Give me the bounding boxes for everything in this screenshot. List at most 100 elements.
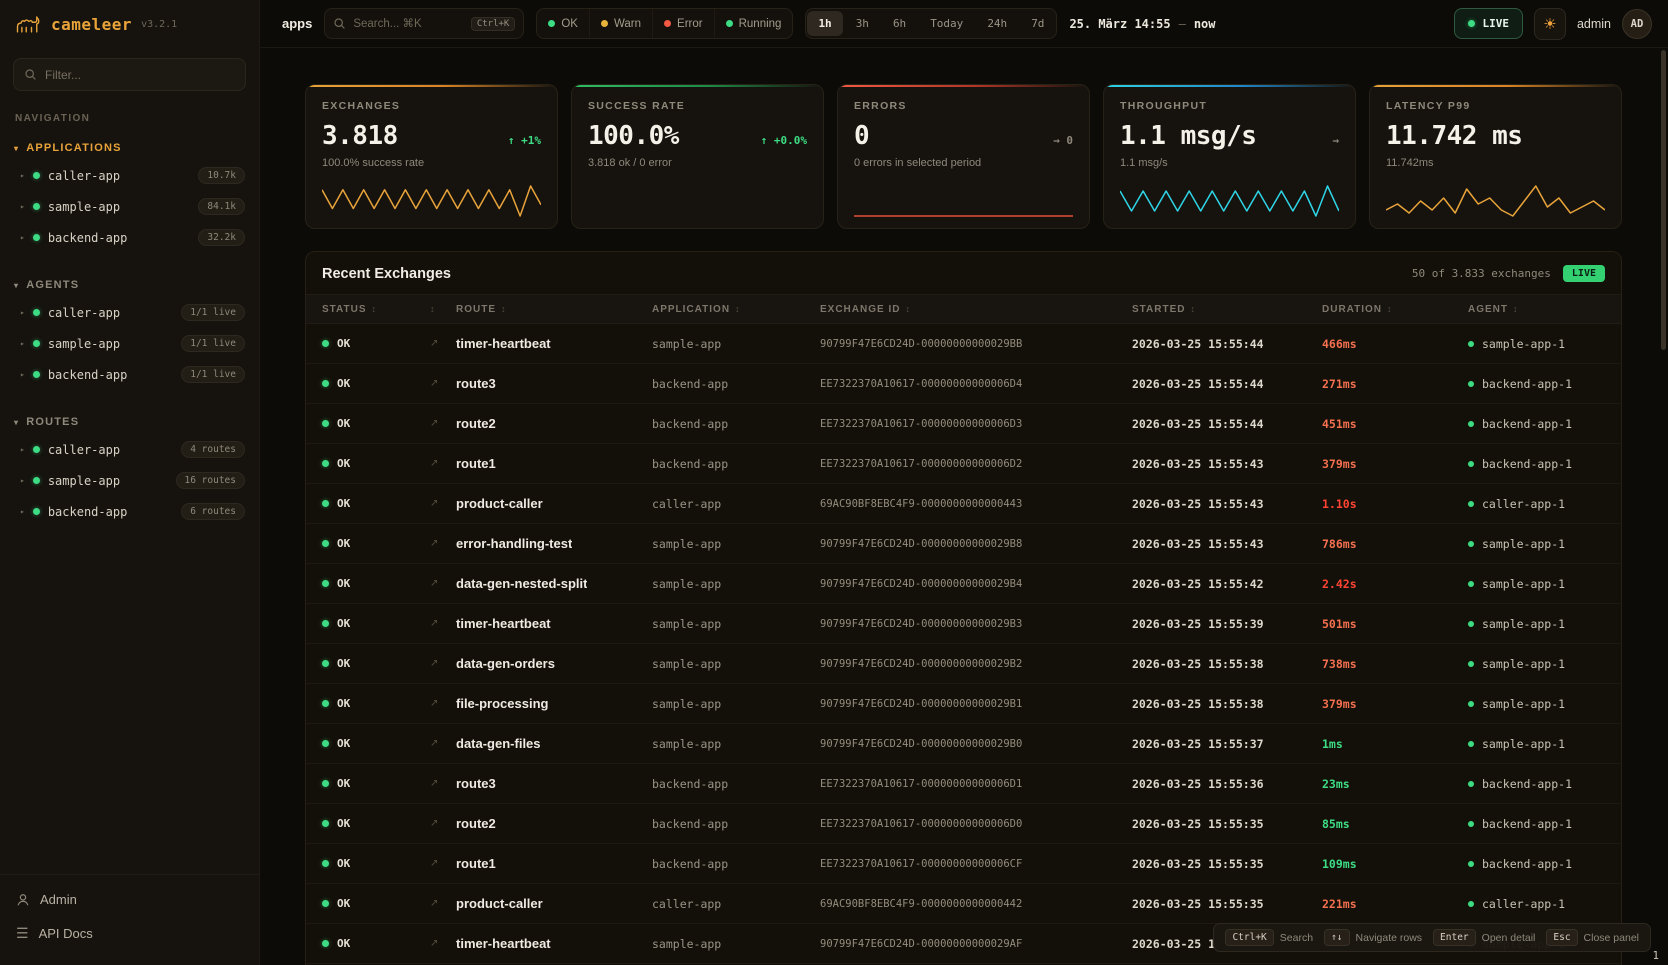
table-row[interactable]: OK↗route1backend-appEE7322370A10617-0000…	[306, 444, 1621, 484]
sidebar-item-agents-caller-app[interactable]: ▸caller-app1/1 live	[0, 297, 259, 328]
duration-value: 738ms	[1322, 657, 1357, 671]
started-timestamp: 2026-03-25 15:55:36	[1132, 777, 1264, 791]
table-row[interactable]: OK↗timer-heartbeatsample-app90799F47E6CD…	[306, 324, 1621, 364]
time-range-24h[interactable]: 24h	[976, 11, 1018, 36]
time-range-6h[interactable]: 6h	[882, 11, 917, 36]
column-header-started[interactable]: STARTED↕	[1132, 304, 1322, 315]
sidebar-filter[interactable]	[13, 58, 246, 91]
agent-status-dot	[1468, 701, 1474, 707]
sidebar-item-api-docs[interactable]: ☰ API Docs	[0, 916, 259, 951]
table-row[interactable]: OK↗route2backend-appEE7322370A10617-0000…	[306, 804, 1621, 844]
time-range-7d[interactable]: 7d	[1020, 11, 1055, 36]
application-name: sample-app	[652, 737, 721, 751]
ok-status-dot	[322, 460, 329, 467]
application-name: caller-app	[652, 497, 721, 511]
table-row[interactable]: OK↗data-gen-filessample-app90799F47E6CD2…	[306, 724, 1621, 764]
item-badge: 1/1 live	[181, 366, 245, 383]
kpi-accent-bar	[1104, 85, 1355, 87]
column-header-status[interactable]: STATUS↕	[322, 304, 430, 315]
scrollbar-thumb[interactable]	[1661, 50, 1666, 350]
sidebar-item-routes-sample-app[interactable]: ▸sample-app16 routes	[0, 465, 259, 496]
status-filter-running[interactable]: Running	[714, 9, 793, 38]
column-header-duration[interactable]: DURATION↕	[1322, 304, 1468, 315]
table-row[interactable]: OK↗product-callercaller-app69AC90BF8EBC4…	[306, 484, 1621, 524]
ok-status-dot	[322, 940, 329, 947]
avatar[interactable]: AD	[1622, 9, 1652, 39]
kpi-subtext: 11.742ms	[1386, 157, 1605, 169]
section-header-routes[interactable]: ▾ROUTES	[0, 410, 259, 434]
search-input[interactable]	[353, 18, 463, 30]
route-name: route2	[456, 816, 496, 831]
status-filter-error[interactable]: Error	[652, 9, 714, 38]
sidebar-item-applications-sample-app[interactable]: ▸sample-app84.1k	[0, 191, 259, 222]
kpi-accent-bar	[838, 85, 1089, 87]
sidebar-item-agents-backend-app[interactable]: ▸backend-app1/1 live	[0, 359, 259, 390]
kpi-subtext: 100.0% success rate	[322, 157, 541, 169]
chevron-right-icon: ▸	[20, 507, 25, 516]
duration-value: 466ms	[1322, 337, 1357, 351]
kpi-label: THROUGHPUT	[1120, 100, 1339, 112]
table-row[interactable]: OK↗route1backend-appEE7322370A10617-0000…	[306, 844, 1621, 884]
sidebar-item-admin[interactable]: Admin	[0, 883, 259, 916]
status-filter-warn[interactable]: Warn	[589, 9, 652, 38]
item-badge: 4 routes	[181, 441, 245, 458]
column-header-agent[interactable]: AGENT↕	[1468, 304, 1621, 315]
panel-meta: 50 of 3.833 exchanges LIVE	[1412, 265, 1605, 282]
sidebar-item-agents-sample-app[interactable]: ▸sample-app1/1 live	[0, 328, 259, 359]
status-filter-ok[interactable]: OK	[537, 9, 589, 38]
status-dot-running	[726, 20, 733, 27]
time-range-3h[interactable]: 3h	[845, 11, 880, 36]
table-row[interactable]: OK↗file-processingsample-app90799F47E6CD…	[306, 684, 1621, 724]
table-row[interactable]: OK↗error-handling-testsample-app90799F47…	[306, 524, 1621, 564]
exchange-id: 90799F47E6CD24D-00000000000029B0	[820, 738, 1022, 750]
table-row[interactable]: OK↗data-gen-nested-splitsample-app90799F…	[306, 564, 1621, 604]
kpi-label: SUCCESS RATE	[588, 100, 807, 112]
table-row[interactable]: OK↗product-callercaller-app69AC90BF8EBC4…	[306, 884, 1621, 924]
table-row[interactable]: OK↗route3backend-appEE7322370A10617-0000…	[306, 764, 1621, 804]
kpi-label: ERRORS	[854, 100, 1073, 112]
time-range-1h[interactable]: 1h	[807, 11, 842, 36]
app-root: cameleer v3.2.1 NAVIGATION ▾APPLICATIONS…	[0, 0, 1668, 965]
column-header-direction[interactable]: ↕	[430, 304, 456, 314]
sidebar-item-applications-backend-app[interactable]: ▸backend-app32.2k	[0, 222, 259, 253]
column-header-route[interactable]: ROUTE↕	[456, 304, 652, 315]
table-row[interactable]: OK↗route2backend-appEE7322370A10617-0000…	[306, 404, 1621, 444]
sidebar-filter-input[interactable]	[45, 68, 235, 82]
duration-value: 451ms	[1322, 417, 1357, 431]
shortcut-key: ↑↓	[1324, 929, 1349, 946]
sidebar-item-applications-caller-app[interactable]: ▸caller-app10.7k	[0, 160, 259, 191]
logo[interactable]: cameleer v3.2.1	[0, 0, 259, 48]
table-row[interactable]: OK↗route3backend-appEE7322370A10617-0000…	[306, 364, 1621, 404]
shortcut-hint: Ctrl+KSearch	[1225, 929, 1313, 946]
global-search[interactable]: Ctrl+K	[324, 8, 524, 39]
table-row[interactable]: OK↗data-gen-orderssample-app90799F47E6CD…	[306, 644, 1621, 684]
column-header-exchange-id[interactable]: EXCHANGE ID↕	[820, 304, 1132, 315]
theme-toggle-button[interactable]: ☀	[1534, 8, 1566, 40]
sort-icon: ↕	[1190, 304, 1196, 314]
live-toggle-button[interactable]: LIVE	[1454, 8, 1523, 39]
navigation-label: NAVIGATION	[0, 107, 259, 136]
sidebar-item-routes-caller-app[interactable]: ▸caller-app4 routes	[0, 434, 259, 465]
topbar: apps Ctrl+K OKWarnErrorRunning 1h3h6hTod…	[260, 0, 1668, 48]
agent-name: sample-app-1	[1482, 537, 1565, 551]
started-timestamp: 2026-03-25 15:55:35	[1132, 817, 1264, 831]
route-name: route1	[456, 856, 496, 871]
admin-label: Admin	[40, 892, 77, 907]
kpi-card-latency-p99: LATENCY P9911.742 ms11.742ms	[1369, 84, 1622, 229]
section-header-agents[interactable]: ▾AGENTS	[0, 273, 259, 297]
agent-status-dot	[1468, 381, 1474, 387]
kpi-label: EXCHANGES	[322, 100, 541, 112]
date-range[interactable]: 25. März 14:55 — now	[1069, 17, 1215, 31]
agent-status-dot	[1468, 861, 1474, 867]
kpi-card-success-rate: SUCCESS RATE100.0%↑ +0.0%3.818 ok / 0 er…	[571, 84, 824, 229]
route-direction-icon: ↗	[430, 418, 438, 429]
sidebar-item-routes-backend-app[interactable]: ▸backend-app6 routes	[0, 496, 259, 527]
agent-status-dot	[1468, 821, 1474, 827]
search-shortcut-kbd: Ctrl+K	[471, 17, 516, 31]
application-name: sample-app	[652, 537, 721, 551]
table-row[interactable]: OK↗timer-heartbeatsample-app90799F47E6CD…	[306, 604, 1621, 644]
column-header-application[interactable]: APPLICATION↕	[652, 304, 820, 315]
keyboard-shortcuts-bar: Ctrl+KSearch↑↓Navigate rowsEnterOpen det…	[1213, 923, 1651, 952]
time-range-today[interactable]: Today	[919, 11, 974, 36]
section-header-applications[interactable]: ▾APPLICATIONS	[0, 136, 259, 160]
